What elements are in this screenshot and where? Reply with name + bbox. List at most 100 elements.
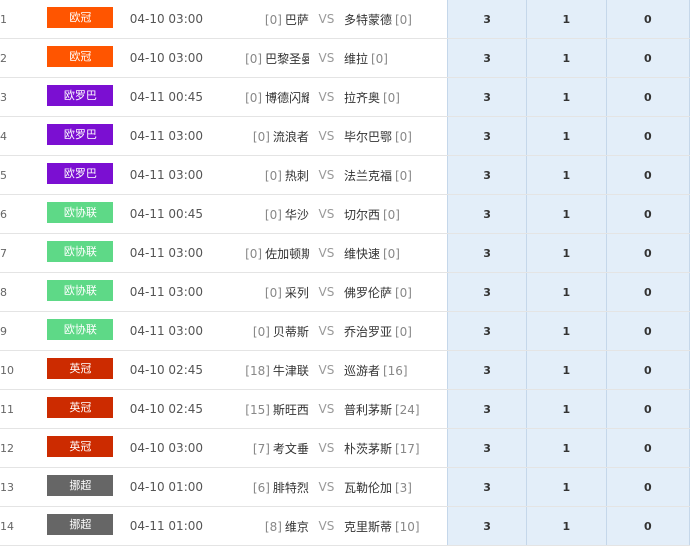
vs-label: VS	[308, 350, 344, 390]
odds-win[interactable]: 3	[446, 506, 527, 546]
odds-draw[interactable]: 1	[526, 467, 607, 507]
odds-lose[interactable]: 0	[605, 467, 690, 507]
away-team-name[interactable]: 乔治罗亚	[344, 325, 392, 339]
league-badge[interactable]: 欧协联	[47, 241, 114, 262]
away-team-cell: 切尔西 [0]	[343, 194, 448, 234]
odds-win[interactable]: 3	[446, 311, 527, 351]
odds-win[interactable]: 3	[446, 194, 527, 234]
home-team-name[interactable]: 佐加顿斯	[265, 247, 309, 261]
home-team-name[interactable]: 考文垂	[273, 442, 309, 456]
away-team-name[interactable]: 瓦勒伦加	[344, 481, 392, 495]
vs-label: VS	[308, 389, 344, 429]
home-team-name[interactable]: 斯旺西	[273, 403, 309, 417]
odds-draw[interactable]: 1	[526, 77, 607, 117]
odds-win[interactable]: 3	[446, 116, 527, 156]
odds-win[interactable]: 3	[446, 467, 527, 507]
odds-draw[interactable]: 1	[526, 311, 607, 351]
home-team-name[interactable]: 采列	[285, 286, 309, 300]
home-team-name[interactable]: 热刺	[285, 169, 309, 183]
away-team-name[interactable]: 朴茨茅斯	[344, 442, 392, 456]
match-index: 3	[0, 77, 48, 117]
away-team-name[interactable]: 毕尔巴鄂	[344, 130, 392, 144]
home-team-name[interactable]: 博德闪耀	[265, 91, 309, 105]
odds-lose[interactable]: 0	[605, 506, 690, 546]
odds-lose[interactable]: 0	[605, 311, 690, 351]
home-rank: [18]	[245, 363, 270, 378]
odds-win[interactable]: 3	[446, 155, 527, 195]
away-team-name[interactable]: 维拉	[344, 52, 368, 66]
match-index: 6	[0, 194, 48, 234]
league-badge[interactable]: 英冠	[47, 436, 114, 457]
odds-win[interactable]: 3	[446, 0, 527, 39]
home-team-name[interactable]: 贝蒂斯	[273, 325, 309, 339]
odds-draw[interactable]: 1	[526, 0, 607, 39]
odds-draw[interactable]: 1	[526, 389, 607, 429]
match-row: 7 欧协联 04-11 03:00 [0] 佐加顿斯 VS 维快速 [0] 3 1 …	[0, 233, 690, 273]
odds-lose[interactable]: 0	[605, 77, 690, 117]
away-team-name[interactable]: 佛罗伦萨	[344, 286, 392, 300]
away-team-name[interactable]: 多特蒙德	[344, 13, 392, 27]
league-badge[interactable]: 挪超	[47, 475, 114, 496]
home-team-name[interactable]: 牛津联	[273, 364, 309, 378]
league-badge[interactable]: 挪超	[47, 514, 114, 535]
home-team-name[interactable]: 华沙	[285, 208, 309, 222]
home-team-name[interactable]: 流浪者	[273, 130, 309, 144]
league-badge[interactable]: 欧冠	[47, 46, 114, 67]
away-rank: [0]	[394, 12, 412, 27]
league-badge[interactable]: 欧协联	[47, 319, 114, 340]
odds-lose[interactable]: 0	[605, 428, 690, 468]
league-badge[interactable]: 欧协联	[47, 202, 114, 223]
odds-draw[interactable]: 1	[526, 506, 607, 546]
odds-lose[interactable]: 0	[605, 155, 690, 195]
odds-draw[interactable]: 1	[526, 38, 607, 78]
match-time: 04-10 02:45	[129, 389, 246, 429]
home-team-name[interactable]: 巴萨	[285, 13, 309, 27]
odds-draw[interactable]: 1	[526, 194, 607, 234]
odds-draw[interactable]: 1	[526, 428, 607, 468]
odds-draw[interactable]: 1	[526, 233, 607, 273]
league-cell: 欧协联	[47, 272, 130, 312]
away-team-name[interactable]: 切尔西	[344, 208, 380, 222]
odds-lose[interactable]: 0	[605, 194, 690, 234]
odds-win[interactable]: 3	[446, 272, 527, 312]
league-badge[interactable]: 欧罗巴	[47, 124, 114, 145]
home-team-name[interactable]: 维京	[285, 520, 309, 534]
home-team-cell: [0] 流浪者	[245, 116, 309, 156]
odds-win[interactable]: 3	[446, 77, 527, 117]
odds-lose[interactable]: 0	[605, 272, 690, 312]
away-team-name[interactable]: 普利茅斯	[344, 403, 392, 417]
league-badge[interactable]: 欧协联	[47, 280, 114, 301]
odds-win[interactable]: 3	[446, 389, 527, 429]
home-team-name[interactable]: 巴黎圣曼	[265, 52, 309, 66]
odds-lose[interactable]: 0	[605, 0, 690, 39]
vs-label: VS	[308, 428, 344, 468]
odds-draw[interactable]: 1	[526, 272, 607, 312]
odds-draw[interactable]: 1	[526, 350, 607, 390]
away-team-name[interactable]: 维快速	[344, 247, 380, 261]
odds-lose[interactable]: 0	[605, 233, 690, 273]
odds-lose[interactable]: 0	[605, 38, 690, 78]
odds-win[interactable]: 3	[446, 350, 527, 390]
odds-win[interactable]: 3	[446, 38, 527, 78]
league-badge[interactable]: 英冠	[47, 358, 114, 379]
odds-draw[interactable]: 1	[526, 155, 607, 195]
league-badge[interactable]: 欧冠	[47, 7, 114, 28]
away-team-name[interactable]: 法兰克福	[344, 169, 392, 183]
away-team-name[interactable]: 拉齐奥	[344, 91, 380, 105]
odds-win[interactable]: 3	[446, 428, 527, 468]
home-team-name[interactable]: 腓特烈	[273, 481, 309, 495]
odds-lose[interactable]: 0	[605, 350, 690, 390]
match-time: 04-11 01:00	[129, 506, 246, 546]
odds-lose[interactable]: 0	[605, 116, 690, 156]
odds-lose[interactable]: 0	[605, 389, 690, 429]
away-team-name[interactable]: 巡游者	[344, 364, 380, 378]
match-index: 1	[0, 0, 48, 39]
league-badge[interactable]: 欧罗巴	[47, 163, 114, 184]
odds-win[interactable]: 3	[446, 233, 527, 273]
match-index: 5	[0, 155, 48, 195]
odds-draw[interactable]: 1	[526, 116, 607, 156]
league-badge[interactable]: 欧罗巴	[47, 85, 114, 106]
home-rank: [0]	[264, 12, 282, 27]
away-team-name[interactable]: 克里斯蒂	[344, 520, 392, 534]
league-badge[interactable]: 英冠	[47, 397, 114, 418]
